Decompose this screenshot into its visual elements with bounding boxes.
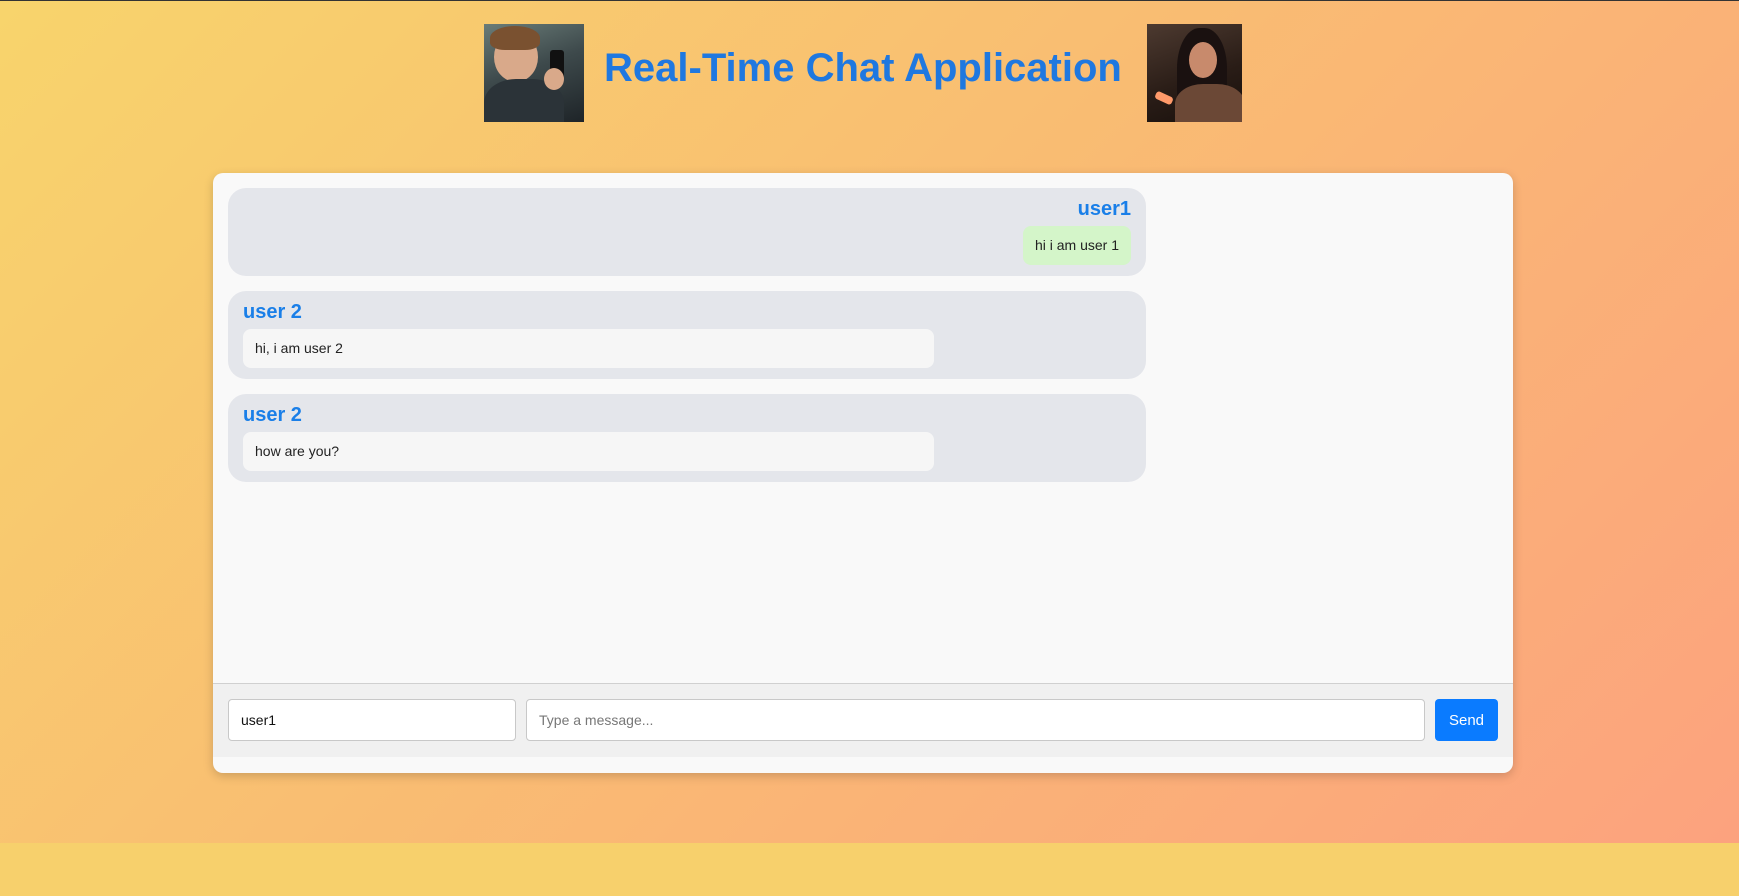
message-bubble: hi, i am user 2 — [243, 329, 934, 368]
message-bubble: hi i am user 1 — [1022, 226, 1131, 265]
message-sender: user 2 — [243, 404, 302, 426]
composer-bar: Send — [213, 683, 1513, 757]
send-button[interactable]: Send — [1435, 699, 1498, 741]
username-input[interactable] — [228, 699, 516, 741]
message-bubble: how are you? — [243, 432, 934, 471]
boy-with-phone-image — [484, 24, 584, 122]
woman-with-phone-image — [1147, 24, 1242, 122]
message-sender: user 2 — [243, 301, 302, 323]
chat-window: user1 hi i am user 1 user 2 hi, i am use… — [213, 173, 1513, 773]
page-title: Real-Time Chat Application — [604, 46, 1122, 90]
message-item: user 2 how are you? — [228, 394, 1146, 482]
message-item: user1 hi i am user 1 — [228, 188, 1146, 276]
message-sender: user1 — [1077, 198, 1131, 220]
message-input[interactable] — [526, 699, 1425, 741]
page-header: Real-Time Chat Application — [0, 24, 1739, 122]
message-item: user 2 hi, i am user 2 — [228, 291, 1146, 379]
message-list[interactable]: user1 hi i am user 1 user 2 hi, i am use… — [213, 173, 1513, 683]
